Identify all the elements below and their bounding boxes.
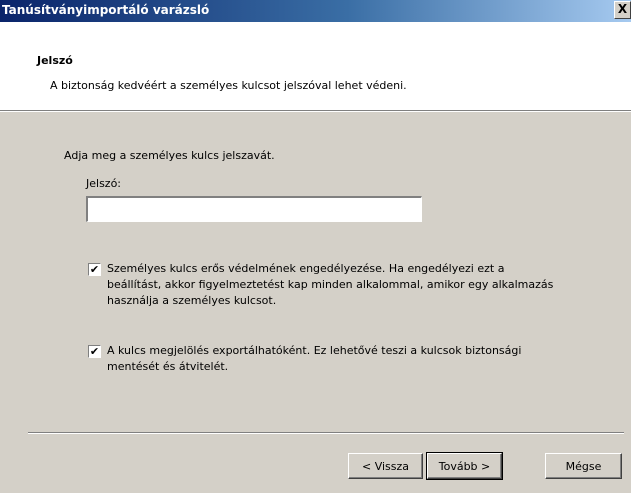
close-icon[interactable]: X <box>614 1 631 19</box>
window-title: Tanúsítványimportáló varázsló <box>2 3 210 17</box>
title-bar: Tanúsítványimportáló varázsló X <box>0 0 631 22</box>
footer-divider <box>28 432 624 434</box>
page-subtitle: A biztonság kedvéért a személyes kulcsot… <box>50 79 407 92</box>
page-title: Jelszó <box>37 54 73 67</box>
exportable-line: A kulcs megjelölés exportálhatóként. Ez … <box>107 344 522 357</box>
strong-protection-line: beállítást, akkor figyelmeztetést kap mi… <box>107 278 554 291</box>
strong-protection-line: Személyes kulcs erős védelmének engedély… <box>107 262 505 275</box>
strong-protection-label[interactable]: Személyes kulcs erős védelmének engedély… <box>107 261 607 309</box>
password-input[interactable] <box>86 196 422 222</box>
strong-protection-line: használja a személyes kulcsot. <box>107 294 277 307</box>
instruction-text: Adja meg a személyes kulcs jelszavát. <box>64 149 275 162</box>
exportable-label[interactable]: A kulcs megjelölés exportálhatóként. Ez … <box>107 343 607 375</box>
wizard-header: Jelszó A biztonság kedvéért a személyes … <box>0 22 631 110</box>
next-button[interactable]: Tovább > <box>426 452 503 480</box>
cancel-button[interactable]: Mégse <box>545 453 622 479</box>
back-button[interactable]: < Vissza <box>348 453 423 479</box>
strong-protection-checkbox[interactable]: ✔ <box>88 263 101 276</box>
password-label: Jelszó: <box>86 177 122 190</box>
exportable-line: mentését és átvitelét. <box>107 360 229 373</box>
exportable-checkbox[interactable]: ✔ <box>88 345 101 358</box>
header-divider <box>0 110 631 112</box>
